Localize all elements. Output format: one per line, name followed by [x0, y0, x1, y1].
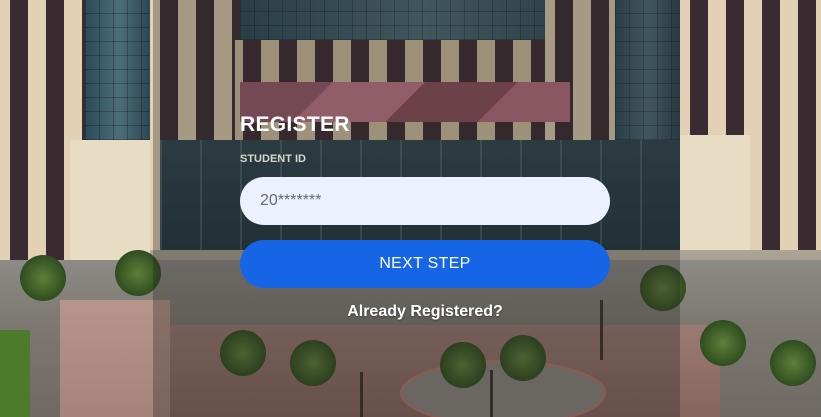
palm-tree [770, 340, 816, 386]
register-form: REGISTER STUDENT ID NEXT STEP Already Re… [240, 112, 610, 321]
right-gate [680, 135, 750, 250]
palm-tree [700, 320, 746, 366]
next-step-button[interactable]: NEXT STEP [240, 240, 610, 288]
form-title: REGISTER [240, 113, 350, 136]
already-registered-link[interactable]: Already Registered? [240, 303, 610, 321]
student-id-input[interactable] [240, 177, 610, 225]
palm-tree [20, 255, 66, 301]
left-glass-tower [85, 0, 153, 140]
left-gate [70, 140, 150, 260]
grass-patch [0, 330, 30, 417]
student-id-label: STUDENT ID [240, 153, 306, 165]
